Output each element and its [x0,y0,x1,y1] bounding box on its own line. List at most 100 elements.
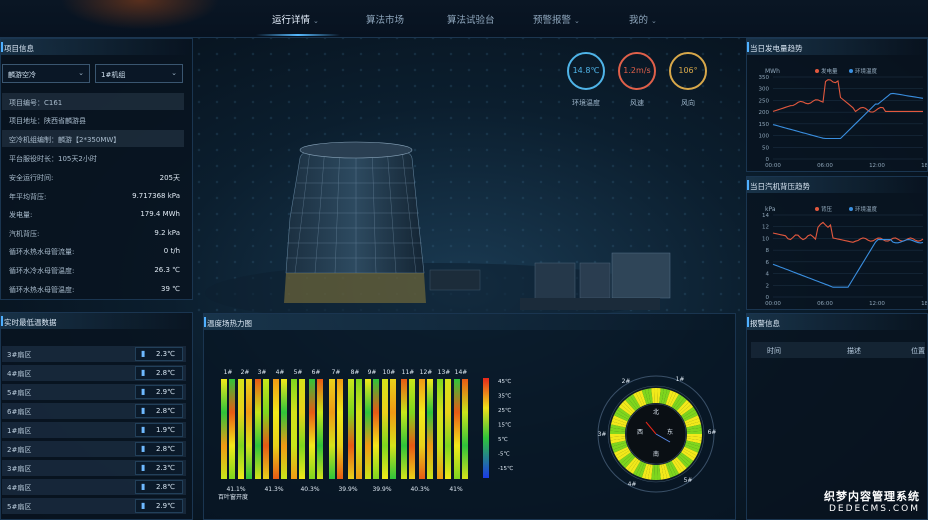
temp-box: ▮ 2.3℃ [135,347,183,361]
thermometer-icon: ▮ [141,368,146,377]
stat-safe-runtime: 安全运行时间: 205天 [2,168,184,185]
opening-percent: 40.3% [300,486,319,493]
temp-value: 2.8℃ [156,445,175,453]
nav-tab-algorithm-testbed[interactable]: 算法试验台 [447,12,495,26]
series-line [772,221,924,243]
opening-percent: 41% [449,486,463,493]
stat-cold-water-temp: 循环水冷水母管温度: 26.3 ℃ [2,261,184,278]
temp-value: 2.8℃ [156,483,175,491]
x-tick-label: 00:00 [765,301,781,307]
list-item: 4#扇区 ▮ 2.8℃ [2,479,186,495]
temp-box: ▮ 2.9℃ [135,385,183,399]
nav-glow [60,0,220,30]
scale-label: 5℃ [498,436,508,443]
temp-box: ▮ 2.8℃ [135,480,183,494]
series-line [772,239,924,288]
project-select[interactable]: 麟游空冷 ⌄ [2,64,90,83]
scale-label: 45℃ [498,378,511,385]
legend-label: 发电量 [821,67,838,75]
sector-label: 4#扇区 [7,370,32,378]
sector-label: 4#扇区 [7,484,32,492]
alarm-col-desc: 描述 [847,347,861,355]
stat-label: 循环水热水母管流量: [9,248,75,256]
realtime-temp-panel: 实时最低温数据 3#扇区 ▮ 2.3℃ 4#扇区 ▮ 2.8℃ 5#扇区 ▮ 2.9℃ 6#扇区 ▮… [0,312,193,520]
heat-bar [454,379,460,479]
list-item: 2#扇区 ▮ 2.8℃ [2,441,186,457]
heat-bar [462,379,468,479]
thermometer-icon: ▮ [141,387,146,396]
nav-tab-mine[interactable]: 我的 ⌄ [629,12,657,26]
heat-bar [437,379,443,479]
column-label: 7# [332,369,341,376]
info-project-address: 项目地址：陕西省麟游县 [9,117,86,125]
temp-value: 2.8℃ [156,407,175,415]
select-value: 1#机组 [101,71,126,79]
list-item: 5#扇区 ▮ 2.9℃ [2,498,186,514]
alarm-col-time: 时间 [767,347,781,355]
temp-box: ▮ 2.8℃ [135,404,183,418]
power-chart-panel: 当日发电量趋势 MWh 发电量 环境温度 350 300 250 200 150 100 50 0 0… [746,38,928,172]
list-item: 3#扇区 ▮ 2.3℃ [2,346,186,362]
alarm-table-header: 时间 描述 位置 [751,342,925,358]
chevron-down-icon: ⌄ [651,17,657,25]
heat-bar [401,379,407,479]
thermometer-icon: ▮ [141,425,146,434]
sector-label: 6#扇区 [7,408,32,416]
info-unit-config: 空冷机组编制：麟游【2*350MW】 [2,130,184,147]
column-label: 4# [276,369,285,376]
stat-hot-water-flow: 循环水热水母管流量: 0 t/h [2,242,184,259]
heat-bar [255,379,261,479]
sector-label: 4# [628,481,637,488]
column-label: 11# [402,369,415,376]
stat-label: 发电量: [9,211,33,219]
project-info-panel: 项目信息 麟游空冷 ⌄ 1#机组 ⌄ 项目编号：C161 项目地址：陕西省麟游县 空… [0,38,193,300]
sector-label: 5#扇区 [7,389,32,397]
temp-value: 1.9℃ [156,426,175,434]
y-tick-label: 2 [766,283,770,289]
stat-label: 循环水冷水母管温度: [9,267,75,275]
thermometer-icon: ▮ [141,482,146,491]
heat-bar [390,379,396,479]
column-label: 6# [312,369,321,376]
x-tick-label: 12:00 [869,163,885,169]
heat-bar [445,379,451,479]
sector-label: 2# [622,378,631,385]
nav-tab-alarms[interactable]: 预警报警 ⌄ [533,12,580,26]
heat-bar [409,379,415,479]
gauge-label: 风速 [630,99,644,107]
chart-unit: MWh [765,68,780,75]
legend-dot [815,69,819,73]
nav-tab-run-details[interactable]: 运行详情 ⌄ [272,12,319,26]
scale-label: -15℃ [498,465,513,472]
nav-tab-algorithm-market[interactable]: 算法市场 [366,12,404,26]
stat-avg-backpressure: 年平均背压: 9.717368 kPa [2,187,184,204]
legend-label: 环境温度 [855,67,878,75]
watermark: 织梦内容管理系统 DEDECMS.COM [824,488,920,514]
unit-select[interactable]: 1#机组 ⌄ [95,64,183,83]
column-label: 9# [368,369,377,376]
top-navigation: 运行详情 ⌄ 算法市场 算法试验台 预警报警 ⌄ 我的 ⌄ [0,0,928,38]
sector-label: 3#扇区 [7,351,32,359]
y-tick-label: 12 [762,225,769,231]
temp-value: 2.9℃ [156,388,175,396]
stat-label: 安全运行时间: [9,174,54,182]
heat-bar [273,379,279,479]
column-label: 10# [383,369,396,376]
y-tick-label: 100 [759,134,770,140]
legend-dot [849,207,853,211]
column-label: 3# [258,369,267,376]
legend-dot [849,69,853,73]
gauge-dial: 1.2m/s [618,52,656,90]
compass-label: 西 [637,429,643,436]
list-item: 5#扇区 ▮ 2.9℃ [2,384,186,400]
watermark-line1: 织梦内容管理系统 [824,490,920,503]
stat-value: 26.3 ℃ [154,266,180,274]
y-tick-label: 350 [759,75,770,81]
temp-box: ▮ 2.8℃ [135,366,183,380]
watermark-line2: DEDECMS.COM [829,504,920,514]
column-label: 13# [438,369,451,376]
nav-tab-label: 算法试验台 [447,15,495,26]
heat-bar [382,379,388,479]
legend-dot [815,207,819,211]
heat-bar [427,379,433,479]
